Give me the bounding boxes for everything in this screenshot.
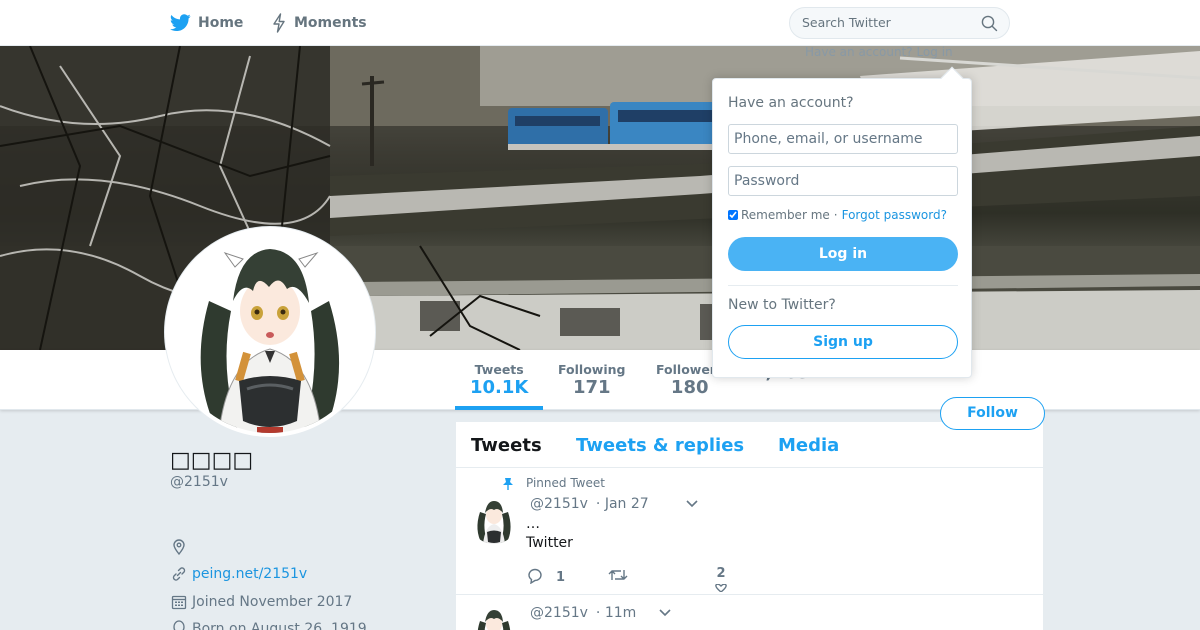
login-button[interactable]: Log in	[728, 237, 958, 271]
tweet-text-line2: Twitter	[526, 535, 573, 551]
have-account-login-link[interactable]: Have an account? Log in	[805, 45, 953, 59]
search-input[interactable]	[802, 15, 972, 30]
password-field[interactable]	[728, 166, 958, 196]
stat-tweets-label: Tweets	[474, 362, 524, 377]
stat-followers-value: 180	[670, 377, 709, 398]
login-title: Have an account?	[728, 95, 854, 111]
profile-born: Born on August 26, 1919	[170, 620, 367, 630]
profile-location	[170, 538, 192, 556]
chevron-down-icon[interactable]	[685, 499, 699, 509]
heart-icon	[712, 581, 730, 596]
retweet-icon	[608, 567, 628, 587]
profile-avatar[interactable]	[165, 227, 375, 437]
dropdown-divider	[728, 285, 958, 286]
stat-tweets-value: 10.1K	[470, 377, 529, 398]
tweet[interactable]: @2151v · 11m	[456, 595, 1043, 630]
like-action[interactable]: 2	[712, 566, 730, 596]
nav-home-label: Home	[198, 15, 244, 31]
profile-website: peing.net/2151v	[170, 565, 307, 583]
username-field[interactable]	[728, 124, 958, 154]
profile-joined: Joined November 2017	[170, 593, 352, 611]
moments-bolt-icon	[271, 13, 287, 33]
twitter-bird-icon	[170, 14, 191, 32]
tweet-actions: 1 2	[526, 566, 826, 593]
location-pin-icon	[170, 538, 188, 556]
follow-button[interactable]: Follow	[940, 397, 1045, 430]
nav-moments-label: Moments	[294, 15, 367, 31]
pinned-tweet[interactable]: Pinned Tweet @2151v · Jan 27 … Twitter 1…	[456, 468, 1043, 595]
tab-media[interactable]: Media	[778, 435, 839, 456]
reply-action[interactable]: 1	[526, 567, 565, 588]
tweet-avatar[interactable]	[470, 496, 518, 544]
nav-home[interactable]: Home	[170, 0, 243, 46]
top-navigation: Home Moments	[0, 0, 1200, 46]
stat-following[interactable]: Following 171	[558, 362, 625, 398]
active-stat-underline	[455, 406, 543, 410]
tweet-time[interactable]: · 11m	[596, 605, 636, 621]
tab-tweets[interactable]: Tweets	[471, 435, 542, 456]
remember-separator: ·	[833, 208, 838, 222]
tweet-text-line1: …	[526, 516, 540, 532]
profile-handle: @2151v	[170, 474, 228, 490]
calendar-icon	[170, 593, 188, 611]
profile-website-link[interactable]: peing.net/2151v	[192, 566, 307, 582]
tab-tweets-replies[interactable]: Tweets & replies	[576, 435, 744, 456]
timeline: Tweets Tweets & replies Media Pinned Twe…	[455, 421, 1044, 630]
remember-me-label: Remember me	[741, 208, 830, 222]
profile-joined-text: Joined November 2017	[192, 594, 353, 610]
tweet-avatar[interactable]	[470, 605, 518, 630]
nav-moments[interactable]: Moments	[271, 0, 367, 46]
tweet-header: @2151v · Jan 27	[530, 496, 699, 512]
stat-tweets[interactable]: Tweets 10.1K	[470, 362, 528, 398]
profile-born-text: Born on August 26, 1919	[192, 621, 367, 630]
search-box[interactable]	[789, 7, 1010, 39]
pinned-tweet-label-text: Pinned Tweet	[526, 476, 605, 490]
remember-me-checkbox[interactable]	[728, 210, 738, 220]
tweet-header: @2151v · 11m	[530, 605, 672, 621]
pinned-tweet-label: Pinned Tweet	[503, 476, 605, 490]
login-dropdown: Have an account? Remember me · Forgot pa…	[712, 66, 972, 378]
like-count: 2	[716, 566, 726, 581]
new-to-twitter-label: New to Twitter?	[728, 297, 836, 313]
balloon-icon	[170, 620, 188, 630]
remember-row: Remember me · Forgot password?	[728, 208, 947, 222]
signup-button[interactable]: Sign up	[728, 325, 958, 359]
retweet-action[interactable]	[608, 567, 628, 587]
stat-following-value: 171	[572, 377, 611, 398]
stat-following-label: Following	[558, 362, 626, 377]
forgot-password-link[interactable]: Forgot password?	[842, 208, 947, 222]
chevron-down-icon[interactable]	[658, 608, 672, 618]
reply-icon	[526, 567, 544, 588]
profile-name: □□□□	[170, 448, 254, 473]
tweet-handle[interactable]: @2151v	[530, 605, 588, 621]
reply-count: 1	[556, 570, 566, 585]
tweet-handle[interactable]: @2151v	[530, 496, 588, 512]
tweet-time[interactable]: · Jan 27	[596, 496, 649, 512]
search-icon[interactable]	[981, 15, 998, 36]
link-icon	[170, 565, 188, 583]
pin-icon	[502, 477, 514, 493]
